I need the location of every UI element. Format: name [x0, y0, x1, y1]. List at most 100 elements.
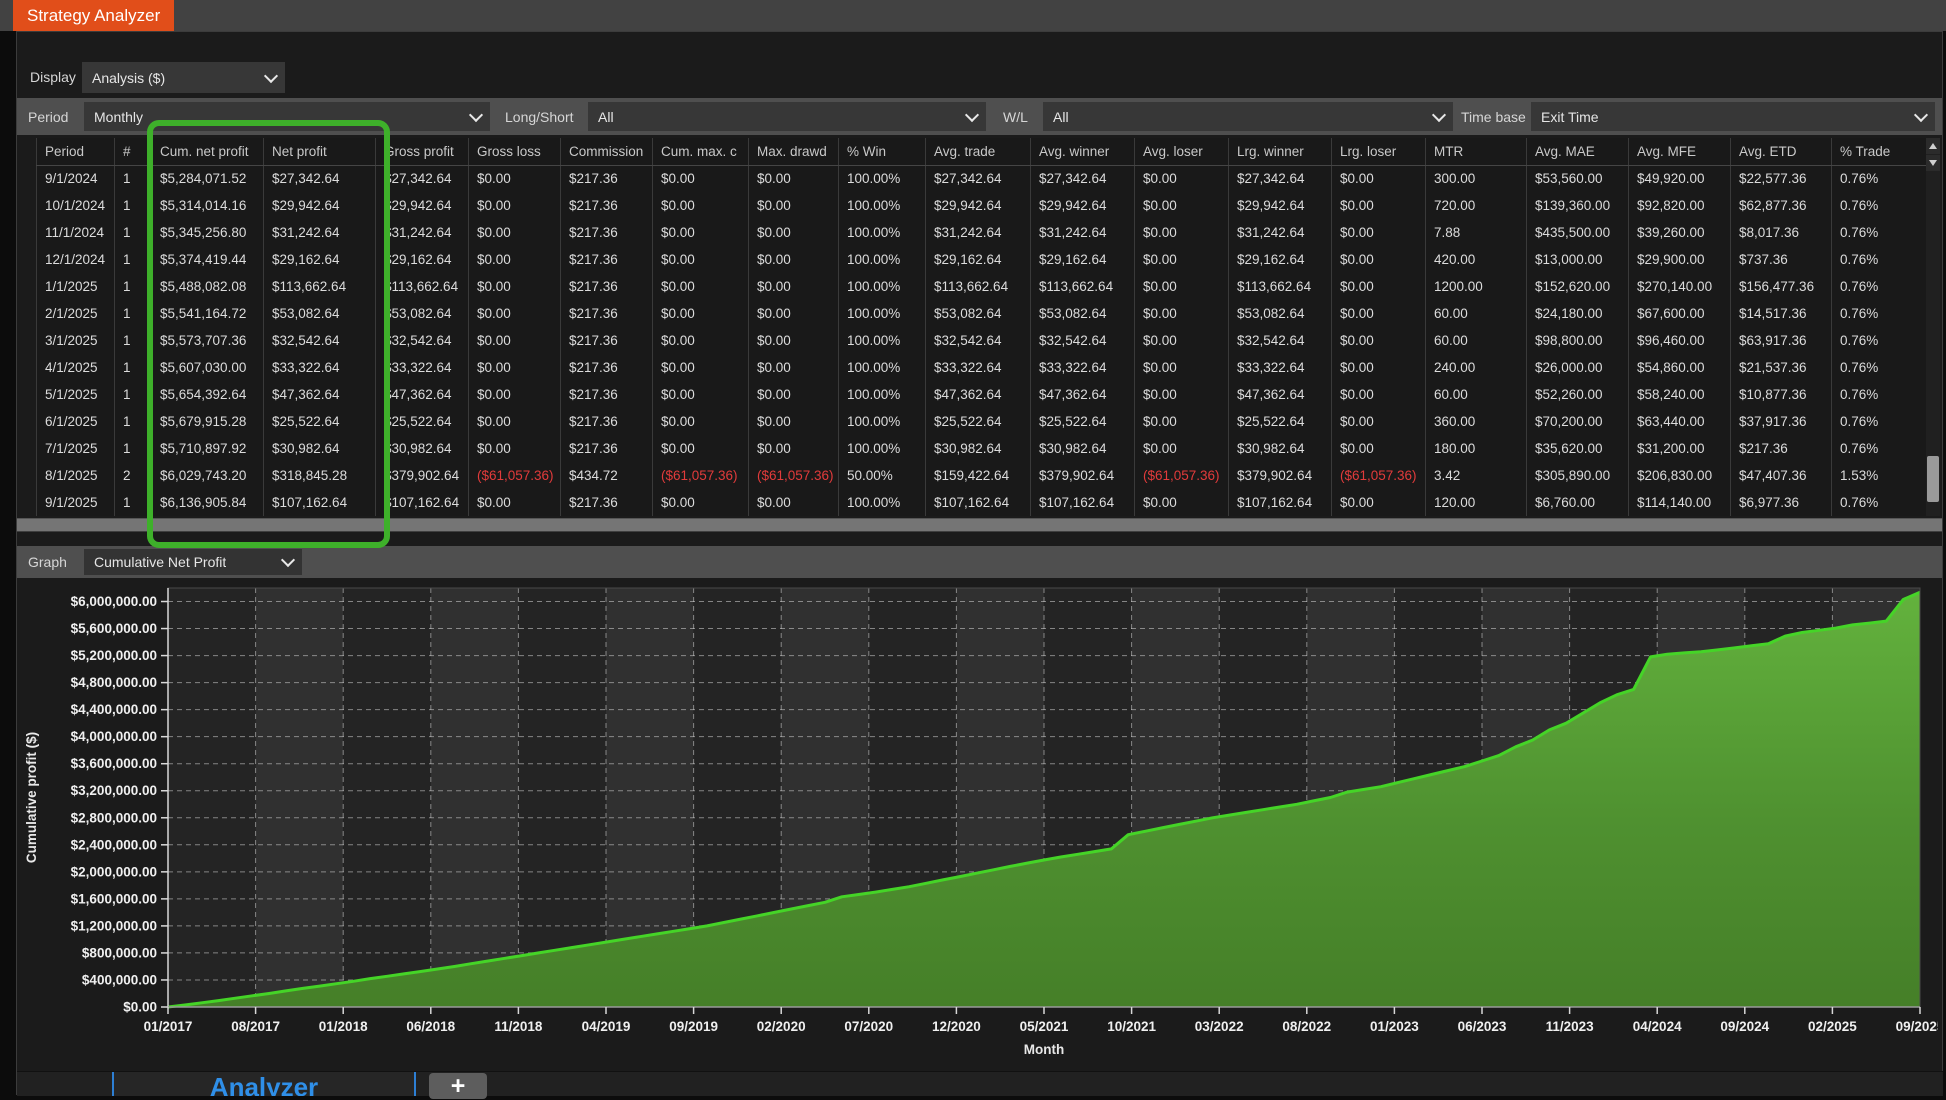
column-header-period[interactable]: Period: [37, 138, 115, 165]
column-header-avg-trade[interactable]: Avg. trade: [926, 138, 1031, 165]
table-row[interactable]: 5/1/20251$5,654,392.64$47,362.64$47,362.…: [37, 381, 1927, 408]
table-row[interactable]: 8/1/20252$6,029,743.20$318,845.28$379,90…: [37, 462, 1927, 489]
table-cell: 0.76%: [1832, 219, 1927, 246]
table-cell: 0.76%: [1832, 435, 1927, 462]
table-cell: $107,162.64: [264, 489, 376, 516]
table-cell: $217.36: [561, 435, 653, 462]
column-header-avg-mae[interactable]: Avg. MAE: [1527, 138, 1629, 165]
table-row[interactable]: 9/1/20251$6,136,905.84$107,162.64$107,16…: [37, 489, 1927, 516]
column-header-cum-max-c[interactable]: Cum. max. c: [653, 138, 749, 165]
column-header-mtr[interactable]: MTR: [1426, 138, 1527, 165]
table-cell: 1: [115, 435, 152, 462]
table-row[interactable]: 12/1/20241$5,374,419.44$29,162.64$29,162…: [37, 246, 1927, 273]
table-cell: $29,942.64: [376, 192, 469, 219]
column-header-[interactable]: #: [115, 138, 152, 165]
table-cell: $96,460.00: [1629, 327, 1731, 354]
column-header-gross-profit[interactable]: Gross profit: [376, 138, 469, 165]
table-row[interactable]: 9/1/20241$5,284,071.52$27,342.64$27,342.…: [37, 165, 1927, 192]
column-header-win[interactable]: % Win: [839, 138, 926, 165]
chevron-down-icon: [1432, 107, 1446, 121]
display-dropdown[interactable]: Analysis ($): [82, 62, 285, 93]
table-cell: $6,760.00: [1527, 489, 1629, 516]
column-header-cum-net-profit[interactable]: Cum. net profit: [152, 138, 264, 165]
splitter[interactable]: [17, 518, 1942, 532]
scroll-down-icon[interactable]: [1926, 155, 1940, 171]
table-cell: 300.00: [1426, 165, 1527, 192]
column-header-avg-loser[interactable]: Avg. loser: [1135, 138, 1229, 165]
table-vertical-scrollbar[interactable]: [1926, 138, 1940, 516]
scroll-up-icon[interactable]: [1926, 138, 1940, 154]
x-axis-labels: 01/201708/201701/201806/201811/201804/20…: [144, 1007, 1938, 1034]
table-cell: $0.00: [749, 381, 839, 408]
table-cell: $217.36: [1731, 435, 1832, 462]
table-row[interactable]: 7/1/20251$5,710,897.92$30,982.64$30,982.…: [37, 435, 1927, 462]
wl-filter-label: W/L: [1003, 109, 1028, 125]
column-header-avg-etd[interactable]: Avg. ETD: [1731, 138, 1832, 165]
table-cell: $0.00: [749, 408, 839, 435]
strategy-analyzer-window: Strategy Analyzer Display Analysis ($) P…: [0, 0, 1946, 1095]
column-header-lrg-winner[interactable]: Lrg. winner: [1229, 138, 1332, 165]
column-header-trade[interactable]: % Trade: [1832, 138, 1927, 165]
table-row[interactable]: 1/1/20251$5,488,082.08$113,662.64$113,66…: [37, 273, 1927, 300]
tab-analyzer[interactable]: Analyzer: [112, 1072, 416, 1096]
period-dropdown[interactable]: Monthly: [84, 102, 490, 131]
table-cell: $159,422.64: [926, 462, 1031, 489]
svg-text:02/2020: 02/2020: [757, 1019, 806, 1034]
table-cell: 100.00%: [839, 300, 926, 327]
table-row[interactable]: 10/1/20241$5,314,014.16$29,942.64$29,942…: [37, 192, 1927, 219]
table-cell: $39,260.00: [1629, 219, 1731, 246]
table-cell: 100.00%: [839, 192, 926, 219]
table-cell: ($61,057.36): [1332, 462, 1426, 489]
graph-type-dropdown[interactable]: Cumulative Net Profit: [84, 549, 302, 575]
table-cell: 3.42: [1426, 462, 1527, 489]
column-header-avg-winner[interactable]: Avg. winner: [1031, 138, 1135, 165]
table-cell: $5,654,392.64: [152, 381, 264, 408]
time-base-filter-label: Time base: [1461, 109, 1526, 125]
table-cell: 0.76%: [1832, 354, 1927, 381]
table-cell: $31,242.64: [376, 219, 469, 246]
table-cell: $13,000.00: [1527, 246, 1629, 273]
graph-bar: Graph Cumulative Net Profit: [17, 546, 1942, 578]
table-cell: $29,162.64: [1229, 246, 1332, 273]
table-cell: 2: [115, 462, 152, 489]
table-row[interactable]: 2/1/20251$5,541,164.72$53,082.64$53,082.…: [37, 300, 1927, 327]
scrollbar-thumb[interactable]: [1927, 456, 1939, 502]
table-row[interactable]: 11/1/20241$5,345,256.80$31,242.64$31,242…: [37, 219, 1927, 246]
table-cell: $53,082.64: [264, 300, 376, 327]
table-cell: 240.00: [1426, 354, 1527, 381]
table-cell: $29,942.64: [1229, 192, 1332, 219]
table-row[interactable]: 6/1/20251$5,679,915.28$25,522.64$25,522.…: [37, 408, 1927, 435]
table-cell: $0.00: [1135, 246, 1229, 273]
table-cell: $217.36: [561, 273, 653, 300]
column-header-avg-mfe[interactable]: Avg. MFE: [1629, 138, 1731, 165]
svg-text:09/2025: 09/2025: [1896, 1019, 1938, 1034]
table-cell: $33,322.64: [1031, 354, 1135, 381]
table-cell: $0.00: [1332, 381, 1426, 408]
column-header-lrg-loser[interactable]: Lrg. loser: [1332, 138, 1426, 165]
table-row[interactable]: 4/1/20251$5,607,030.00$33,322.64$33,322.…: [37, 354, 1927, 381]
table-cell: 180.00: [1426, 435, 1527, 462]
filter-bar: Period Monthly Long/Short All W/L All Ti…: [17, 98, 1942, 135]
table-cell: $21,537.36: [1731, 354, 1832, 381]
table-cell: $27,342.64: [264, 165, 376, 192]
table-cell: $0.00: [653, 300, 749, 327]
table-row[interactable]: 3/1/20251$5,573,707.36$32,542.64$32,542.…: [37, 327, 1927, 354]
table-cell: $107,162.64: [376, 489, 469, 516]
table-cell: $0.00: [653, 246, 749, 273]
table-cell: $0.00: [469, 381, 561, 408]
table-cell: $29,162.64: [1031, 246, 1135, 273]
column-header-commission[interactable]: Commission: [561, 138, 653, 165]
table-cell: $113,662.64: [1031, 273, 1135, 300]
table-cell: $33,322.64: [926, 354, 1031, 381]
column-header-net-profit[interactable]: Net profit: [264, 138, 376, 165]
column-header-gross-loss[interactable]: Gross loss: [469, 138, 561, 165]
strategy-analyzer-tab[interactable]: Strategy Analyzer: [13, 0, 174, 31]
time-base-dropdown[interactable]: Exit Time: [1531, 102, 1935, 131]
table-cell: $113,662.64: [1229, 273, 1332, 300]
add-tab-button[interactable]: +: [429, 1073, 487, 1099]
table-cell: $49,920.00: [1629, 165, 1731, 192]
table-cell: $29,900.00: [1629, 246, 1731, 273]
column-header-max-drawd[interactable]: Max. drawd: [749, 138, 839, 165]
wl-dropdown[interactable]: All: [1043, 102, 1453, 131]
long-short-dropdown[interactable]: All: [588, 102, 986, 131]
